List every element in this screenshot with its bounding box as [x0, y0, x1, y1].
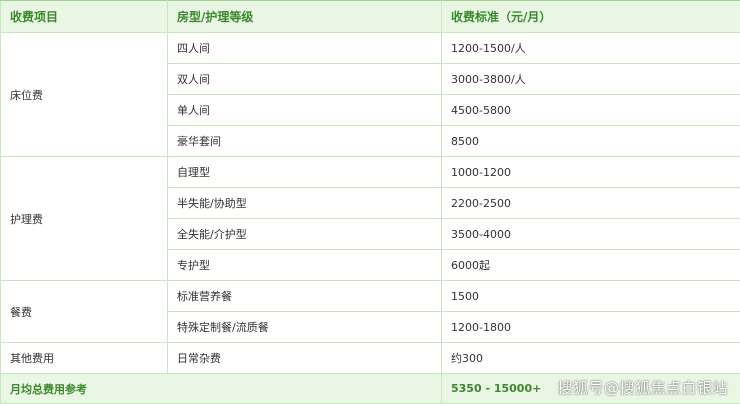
monthly-total-label: 月均总费用参考	[0, 373, 442, 404]
watermark: 搜狐号@搜狐焦点白银站	[557, 379, 728, 397]
header-fee-standard: 收费标准（元/月）	[441, 0, 740, 33]
page: 收费项目 房型/护理等级 收费标准（元/月） 床位费 四人间 1200-1500…	[0, 0, 740, 404]
table-body: 床位费 四人间 1200-1500/人 双人间 3000-3800/人 单人间 …	[0, 32, 740, 374]
level-cell: 双人间	[167, 63, 442, 95]
category-meal-fee: 餐费	[0, 280, 168, 343]
level-cell: 专护型	[167, 249, 442, 281]
price-cell: 6000起	[441, 249, 740, 281]
price-cell: 1000-1200	[441, 156, 740, 188]
level-cell: 自理型	[167, 156, 442, 188]
level-cell: 特殊定制餐/流质餐	[167, 311, 442, 343]
level-cell: 标准营养餐	[167, 280, 442, 312]
table-row: 其他费用 日常杂费 约300	[0, 342, 740, 374]
price-cell: 4500-5800	[441, 94, 740, 126]
table-row: 餐费 标准营养餐 1500	[0, 280, 740, 343]
table-row: 护理费 自理型 1000-1200	[0, 156, 740, 281]
level-cell: 单人间	[167, 94, 442, 126]
level-cell: 半失能/协助型	[167, 187, 442, 219]
price-cell: 8500	[441, 125, 740, 157]
price-cell: 3000-3800/人	[441, 63, 740, 95]
category-bed-fee: 床位费	[0, 32, 168, 157]
level-cell: 豪华套间	[167, 125, 442, 157]
price-cell: 1200-1800	[441, 311, 740, 343]
level-cell: 全失能/介护型	[167, 218, 442, 250]
level-cell: 日常杂费	[167, 342, 442, 374]
fee-table: 收费项目 房型/护理等级 收费标准（元/月） 床位费 四人间 1200-1500…	[0, 0, 740, 404]
price-cell: 1500	[441, 280, 740, 312]
header-fee-item: 收费项目	[0, 0, 168, 33]
category-care-fee: 护理费	[0, 156, 168, 281]
price-cell: 1200-1500/人	[441, 32, 740, 64]
price-cell: 2200-2500	[441, 187, 740, 219]
table-header: 收费项目 房型/护理等级 收费标准（元/月）	[0, 0, 740, 33]
level-cell: 四人间	[167, 32, 442, 64]
table-row: 床位费 四人间 1200-1500/人	[0, 32, 740, 157]
header-row: 收费项目 房型/护理等级 收费标准（元/月）	[0, 0, 740, 33]
header-room-care-level: 房型/护理等级	[167, 0, 442, 33]
price-cell: 3500-4000	[441, 218, 740, 250]
price-cell: 约300	[441, 342, 740, 374]
category-other-fee: 其他费用	[0, 342, 168, 374]
